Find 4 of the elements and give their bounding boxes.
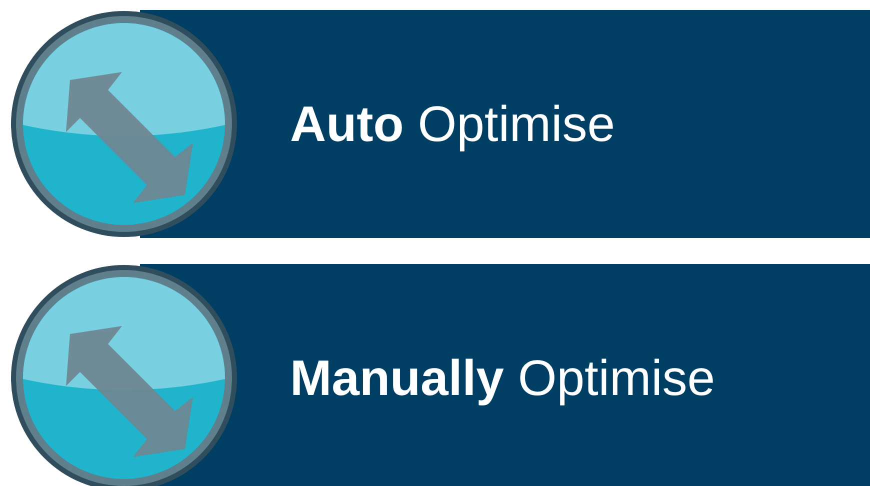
optimise-button[interactable]: Auto Optimise — [10, 10, 870, 238]
optimise-button[interactable]: Manually Optimise — [10, 264, 870, 486]
resize-arrows-icon — [10, 264, 238, 486]
resize-arrows-icon — [10, 10, 238, 238]
